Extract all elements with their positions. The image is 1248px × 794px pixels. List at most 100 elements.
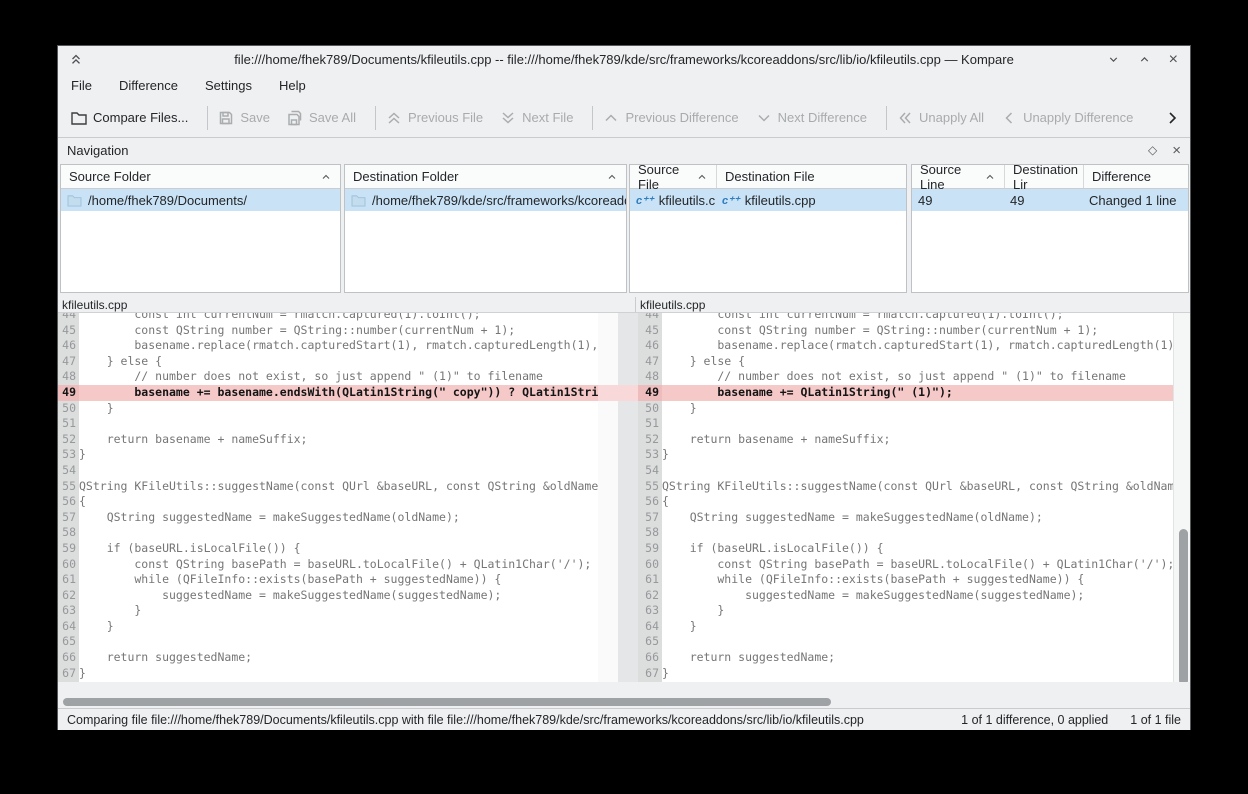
line-number: 58 bbox=[638, 525, 662, 541]
toolbar-button-label: Next File bbox=[522, 110, 573, 125]
line-number: 52 bbox=[58, 432, 79, 448]
line-number: 48 bbox=[58, 369, 79, 385]
toolbar-separator bbox=[375, 106, 376, 130]
code-line: { bbox=[662, 494, 1173, 510]
diff-pane-headers: kfileutils.cpp kfileutils.cpp bbox=[58, 297, 1190, 313]
code-line: while (QFileInfo::exists(basePath + sugg… bbox=[79, 572, 598, 588]
line-number: 44 bbox=[58, 313, 79, 323]
line-number: 46 bbox=[638, 338, 662, 354]
source-folder-header[interactable]: Source Folder bbox=[61, 165, 340, 189]
source-file-header-label: Source File bbox=[638, 164, 696, 192]
code-line: basename.replace(rmatch.capturedStart(1)… bbox=[662, 338, 1173, 354]
menu-settings[interactable]: Settings bbox=[205, 78, 252, 93]
chevron-up-icon bbox=[603, 110, 619, 126]
navigation-dock-title: Navigation bbox=[67, 143, 128, 158]
changed-code-line[interactable]: basename += QLatin1String(" (1)"); bbox=[662, 385, 1173, 401]
sort-ascending-icon bbox=[320, 171, 332, 183]
vertical-scrollbar[interactable] bbox=[1173, 313, 1190, 682]
menu-file[interactable]: File bbox=[71, 78, 92, 93]
minimize-icon[interactable] bbox=[1107, 53, 1120, 66]
source-file-column-header[interactable]: Source File bbox=[630, 165, 716, 188]
line-number: 45 bbox=[638, 323, 662, 339]
line-number: 55 bbox=[638, 479, 662, 495]
toolbar-button-unapply-all: Unapply All bbox=[897, 110, 984, 126]
menu-difference[interactable]: Difference bbox=[119, 78, 178, 93]
line-number: 57 bbox=[638, 510, 662, 526]
vertical-scrollbar-thumb[interactable] bbox=[1179, 529, 1188, 682]
destination-folder-pane: Destination Folder /home/fhek789/kde/src… bbox=[344, 164, 627, 293]
line-number: 54 bbox=[58, 463, 79, 479]
code-line: suggestedName = makeSuggestedName(sugges… bbox=[79, 588, 598, 604]
destination-file-column-header[interactable]: Destination File bbox=[717, 165, 906, 188]
destination-folder-path: /home/fhek789/kde/src/frameworks/kcoread… bbox=[372, 193, 626, 208]
menu-help[interactable]: Help bbox=[279, 78, 306, 93]
source-line-column-header[interactable]: Source Line bbox=[912, 165, 1004, 188]
files-pane: Source File Destination File c⁺⁺ kfileut… bbox=[629, 164, 907, 293]
destination-pane-title: kfileutils.cpp bbox=[636, 297, 1190, 312]
code-line: return suggestedName; bbox=[662, 650, 1173, 666]
destination-folder-header[interactable]: Destination Folder bbox=[345, 165, 626, 189]
horizontal-scrollbar-thumb[interactable] bbox=[63, 698, 831, 706]
code-line bbox=[662, 634, 1173, 650]
source-code-pane[interactable]: const int currentNum = rmatch.captured(1… bbox=[79, 313, 598, 682]
source-folder-pane: Source Folder /home/fhek789/Documents/ bbox=[60, 164, 341, 293]
line-number: 67 bbox=[638, 666, 662, 682]
diff-connector-band bbox=[598, 385, 638, 401]
toolbar-overflow-chevron-right-icon[interactable] bbox=[1164, 110, 1180, 126]
files-row[interactable]: c⁺⁺ kfileutils.c... c⁺⁺ kfileutils.cpp bbox=[630, 189, 906, 211]
line-number: 60 bbox=[58, 557, 79, 573]
code-line bbox=[662, 416, 1173, 432]
sort-ascending-icon bbox=[984, 171, 996, 183]
line-number: 61 bbox=[638, 572, 662, 588]
changed-code-line[interactable]: basename += basename.endsWith(QLatin1Str… bbox=[79, 385, 598, 401]
horizontal-scrollbar[interactable] bbox=[58, 696, 1190, 708]
line-number: 63 bbox=[638, 603, 662, 619]
difference-count-status: 1 of 1 difference, 0 applied bbox=[961, 713, 1108, 727]
kompare-window: file:///home/fhek789/Documents/kfileutil… bbox=[57, 45, 1191, 730]
code-line: } bbox=[662, 401, 1173, 417]
line-number: 65 bbox=[58, 634, 79, 650]
code-line: } bbox=[79, 603, 598, 619]
lines-row[interactable]: 49 49 Changed 1 line bbox=[912, 189, 1188, 211]
close-icon[interactable]: × bbox=[1169, 53, 1178, 66]
source-folder-row[interactable]: /home/fhek789/Documents/ bbox=[61, 189, 340, 211]
maximize-icon[interactable] bbox=[1138, 53, 1151, 66]
difference-header-label: Difference bbox=[1092, 169, 1151, 184]
dock-close-icon[interactable]: × bbox=[1172, 142, 1181, 159]
toolbar-button-label: Previous Difference bbox=[625, 110, 738, 125]
code-line bbox=[662, 525, 1173, 541]
dock-float-icon[interactable]: ◇ bbox=[1148, 143, 1157, 157]
destination-line-column-header[interactable]: Destination Lir bbox=[1005, 165, 1083, 188]
toolbar-button-label: Save All bbox=[309, 110, 356, 125]
code-line: QString KFileUtils::suggestName(const QU… bbox=[662, 479, 1173, 495]
diff-view-filler bbox=[58, 682, 1190, 696]
line-number: 59 bbox=[58, 541, 79, 557]
line-number: 51 bbox=[638, 416, 662, 432]
lines-pane: Source Line Destination Lir Difference 4… bbox=[911, 164, 1189, 293]
code-line: } bbox=[79, 666, 598, 682]
line-number: 62 bbox=[638, 588, 662, 604]
toolbar-button-label: Unapply Difference bbox=[1023, 110, 1133, 125]
code-line bbox=[79, 416, 598, 432]
line-number: 59 bbox=[638, 541, 662, 557]
line-number: 55 bbox=[58, 479, 79, 495]
destination-folder-row[interactable]: /home/fhek789/kde/src/frameworks/kcoread… bbox=[345, 189, 626, 211]
cpp-file-icon: c⁺⁺ bbox=[722, 194, 740, 207]
code-line: } else { bbox=[662, 354, 1173, 370]
difference-column-header[interactable]: Difference bbox=[1084, 165, 1188, 188]
toolbar-button-save: Save bbox=[218, 110, 270, 126]
toolbar-button-compare-files[interactable]: Compare Files... bbox=[71, 110, 188, 125]
destination-code-pane[interactable]: const int currentNum = rmatch.captured(1… bbox=[662, 313, 1173, 682]
line-number: 64 bbox=[638, 619, 662, 635]
status-message: Comparing file file:///home/fhek789/Docu… bbox=[67, 713, 961, 727]
window-title: file:///home/fhek789/Documents/kfileutil… bbox=[58, 52, 1190, 67]
source-folder-path: /home/fhek789/Documents/ bbox=[88, 193, 247, 208]
folder-icon bbox=[71, 111, 87, 125]
destination-line-number-gutter: 4445464748495051525354555657585960616263… bbox=[638, 313, 662, 682]
line-number: 50 bbox=[638, 401, 662, 417]
toolbar-button-label: Save bbox=[240, 110, 270, 125]
code-line: const QString basePath = baseURL.toLocal… bbox=[79, 557, 598, 573]
source-line-number-gutter: 4445464748495051525354555657585960616263… bbox=[58, 313, 79, 682]
navigation-panel: Source Folder /home/fhek789/Documents/ D… bbox=[58, 162, 1190, 297]
line-number: 66 bbox=[58, 650, 79, 666]
